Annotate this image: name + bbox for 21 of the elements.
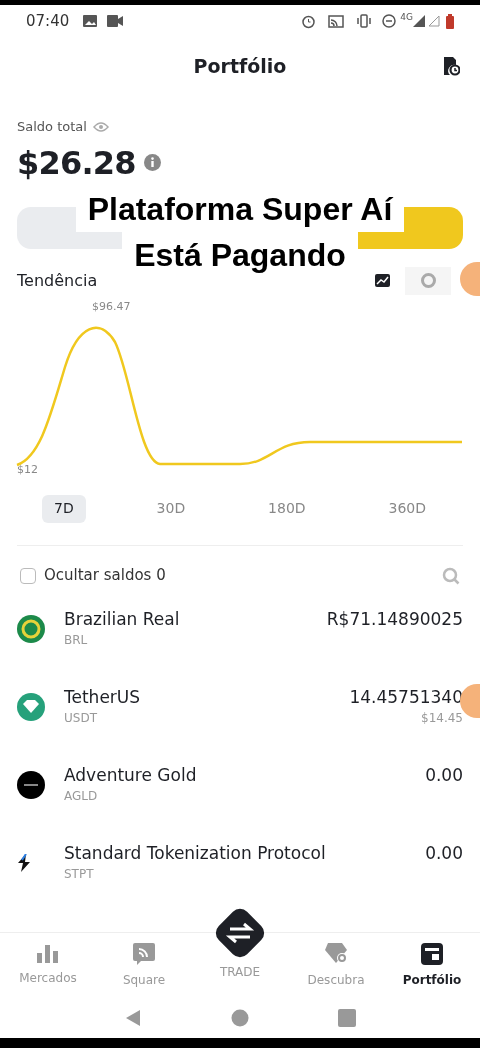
asset-amount: 14.45751340 — [349, 685, 463, 709]
asset-symbol: BRL — [64, 631, 89, 649]
balance-label: Saldo total — [17, 118, 87, 136]
chart-max-label: $96.47 — [92, 298, 131, 315]
asset-amount: 0.00 — [425, 841, 463, 865]
network-label: 4G — [400, 11, 413, 24]
balance-amount: $26.28 — [17, 142, 136, 184]
asset-value: $14.45 — [421, 709, 463, 727]
chart-min-label: $12 — [17, 461, 38, 478]
asset-symbol: STPT — [64, 865, 95, 883]
asset-symbol: USDT — [64, 709, 98, 727]
asset-amount: 0.00 — [425, 763, 463, 787]
section-title: Tendência — [17, 269, 98, 292]
status-time: 07:40 — [26, 10, 70, 32]
asset-name: TetherUS — [64, 685, 142, 709]
asset-name: Standard Tokenization Protocol — [64, 841, 327, 865]
asset-symbol: AGLD — [64, 787, 99, 805]
asset-name: Adventure Gold — [64, 763, 198, 787]
page-title: Portfólio — [193, 53, 287, 79]
asset-amount: R$71.14890025 — [326, 607, 463, 631]
asset-name: Brazilian Real — [64, 607, 181, 631]
